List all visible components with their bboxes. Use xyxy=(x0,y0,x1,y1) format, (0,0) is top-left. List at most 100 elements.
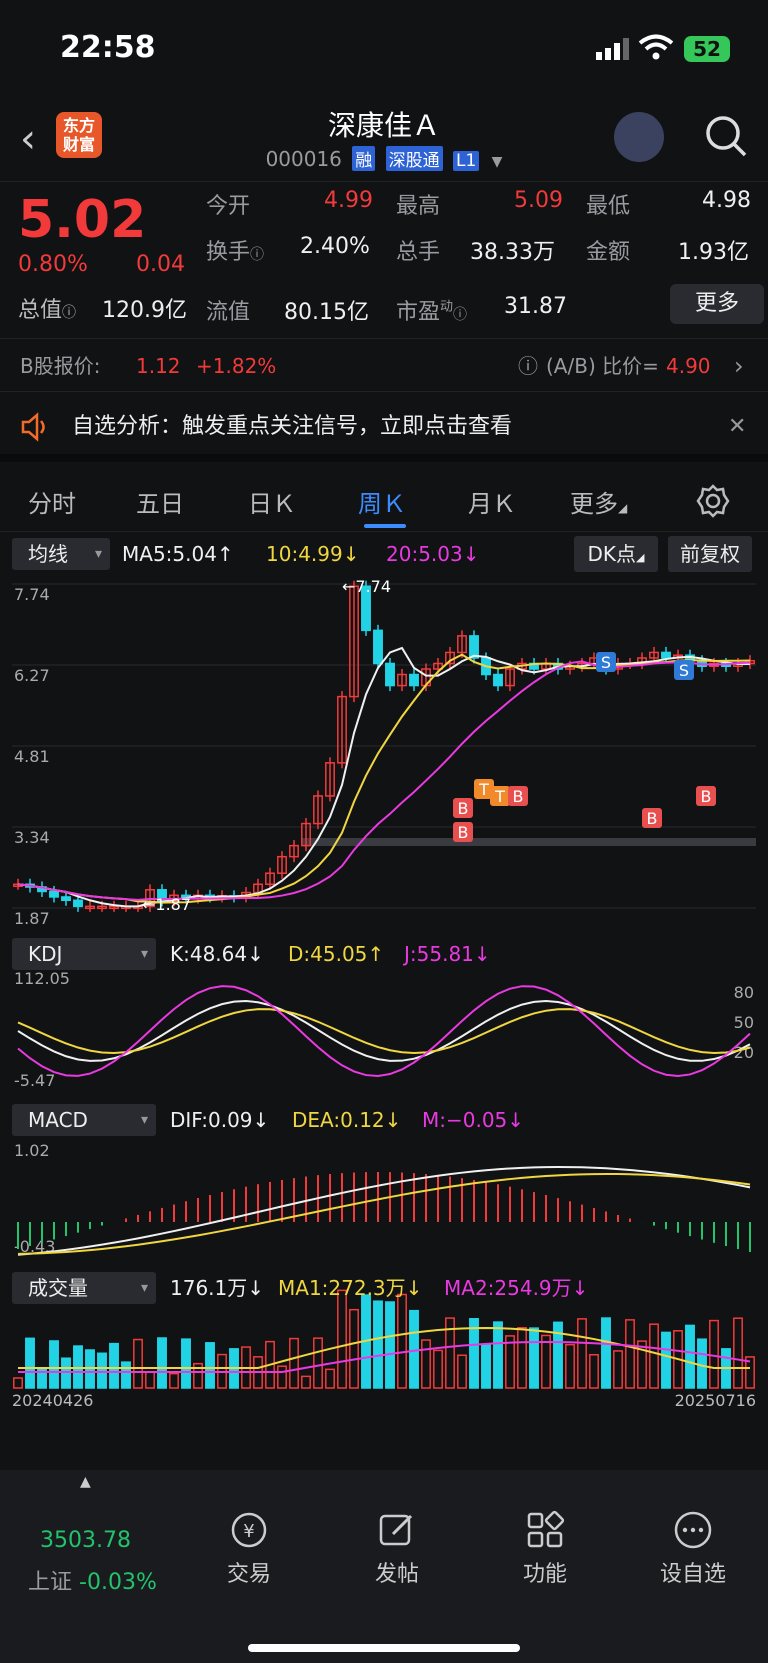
volume-bar xyxy=(133,1338,143,1389)
stock-header: ‹ 东方 财富 深康佳Ａ 000016 融 深股通 L1 ▼ xyxy=(0,98,768,182)
home-indicator xyxy=(248,1644,520,1652)
volume-bar xyxy=(37,1367,47,1389)
tab-daily[interactable]: 日Ｋ xyxy=(248,484,296,519)
date-start-label: 20240426 xyxy=(12,1391,93,1410)
volume-bar xyxy=(589,1353,599,1389)
clock: 22:58 xyxy=(60,30,156,65)
amount-value: 1.93亿 xyxy=(678,240,749,265)
candle xyxy=(661,651,671,659)
b-share-quote[interactable]: B股报价: 1.12 +1.82% ⓘ (A/B) 比价= 4.90 › xyxy=(0,338,768,392)
chart-area: 均线 MA5:5.04↑ 10:4.99↓ 20:5.03↓ DK点◢ 前复权 … xyxy=(0,534,768,1464)
candle xyxy=(493,673,503,687)
volume-bar xyxy=(277,1365,287,1389)
edit-icon xyxy=(379,1514,413,1546)
bottom-toolbar: ▲ 3503.78 上证 -0.03% ¥ 交易 发帖 功能 设自选 xyxy=(0,1470,768,1663)
indicator-select-volume[interactable]: 成交量 xyxy=(12,1272,156,1304)
volume-bar xyxy=(157,1337,167,1389)
volume-legend: 176.1万↓ xyxy=(170,1276,265,1300)
volume-bar xyxy=(577,1318,587,1389)
volume-bar xyxy=(61,1357,71,1389)
ma20-line xyxy=(17,660,751,901)
volume-bar xyxy=(373,1300,383,1389)
candle xyxy=(49,890,59,898)
price-axis-label: 4.81 xyxy=(14,747,50,766)
candle xyxy=(61,896,71,902)
functions-button[interactable]: 功能 xyxy=(490,1510,600,1588)
more-dots-icon xyxy=(674,1511,712,1549)
tab-weekly[interactable]: 周Ｋ xyxy=(358,484,406,519)
volume-bar xyxy=(625,1319,635,1389)
macd-axis-label: 1.02 xyxy=(14,1141,50,1160)
index-line[interactable]: 上证 -0.03% xyxy=(28,1564,157,1596)
help-icon[interactable]: ⓘ xyxy=(518,339,538,393)
pe-value: 31.87 xyxy=(504,294,567,319)
turnover-label: 换手ⓘ xyxy=(206,240,265,265)
volume-bar xyxy=(709,1319,719,1389)
tab-monthly[interactable]: 月Ｋ xyxy=(468,484,516,519)
indicator-select-macd[interactable]: MACD xyxy=(12,1104,156,1136)
signal-label: B xyxy=(647,809,658,828)
high-label: 最高 xyxy=(396,194,441,219)
volume-bar xyxy=(697,1338,707,1389)
tab-intraday[interactable]: 分时 xyxy=(28,484,76,519)
quote-panel: 5.02 0.80% 0.04 总值ⓘ 120.9亿 今开 4.99 最高 5.… xyxy=(0,184,768,334)
add-watchlist-button[interactable]: 设自选 xyxy=(638,1510,748,1588)
wifi-icon xyxy=(638,34,674,60)
tag-margin: 融 xyxy=(352,146,376,171)
signal-label: S xyxy=(679,661,689,680)
signal-label: T xyxy=(494,787,505,806)
macd-m-legend: M:−0.05↓ xyxy=(422,1108,525,1132)
volume-bar xyxy=(661,1331,671,1389)
info-icon: ⓘ xyxy=(250,247,265,263)
open-value: 4.99 xyxy=(324,188,373,213)
float-label: 流值 xyxy=(206,300,251,325)
volume-bar xyxy=(301,1375,311,1389)
turnover-value: 2.40% xyxy=(300,234,370,259)
volume-value: 38.33万 xyxy=(470,240,555,265)
assistant-robot-icon[interactable] xyxy=(614,112,664,162)
volume-label: 总手 xyxy=(396,240,441,265)
price-axis-label: 3.34 xyxy=(14,828,50,847)
macd-dea-line xyxy=(17,1173,751,1255)
volume-bar xyxy=(565,1343,575,1389)
more-button[interactable]: 更多 xyxy=(670,284,764,324)
volume-bar xyxy=(541,1334,551,1389)
candlestick-chart[interactable]: 7.746.274.813.341.87←7.74←1.87BBT T BBS SB1… xyxy=(12,576,756,1476)
volume-bar xyxy=(457,1354,467,1389)
close-icon[interactable]: ✕ xyxy=(728,392,746,462)
search-icon[interactable] xyxy=(704,114,748,158)
volume-bar xyxy=(421,1339,431,1389)
trade-button[interactable]: ¥ 交易 xyxy=(194,1510,304,1588)
volume-bar xyxy=(685,1324,695,1389)
chevron-down-icon: ▼ xyxy=(491,154,503,170)
tab-more[interactable]: 更多◢ xyxy=(570,484,627,519)
status-bar: 22:58 52 xyxy=(0,0,768,96)
kdj-axis-label: -5.47 xyxy=(14,1071,55,1090)
indicator-select-ma[interactable]: 均线 xyxy=(12,538,110,570)
adjust-button[interactable]: 前复权 xyxy=(668,536,752,572)
volume-bar xyxy=(121,1361,131,1389)
candle xyxy=(409,673,419,687)
ma5-line xyxy=(17,646,750,908)
mktcap-label: 总值ⓘ xyxy=(18,298,77,323)
svg-text:¥: ¥ xyxy=(243,1521,254,1542)
float-value: 80.15亿 xyxy=(284,300,369,325)
indicator-select-kdj[interactable]: KDJ xyxy=(12,938,156,970)
stock-code: 000016 xyxy=(265,147,342,171)
volume-bar xyxy=(481,1344,491,1389)
analysis-alert[interactable]: 自选分析：触发重点关注信号，立即点击查看 ✕ xyxy=(0,392,768,462)
kdj-d-legend: D:45.05↑ xyxy=(288,942,385,966)
pe-label: 市盈动ⓘ xyxy=(396,299,468,325)
high-value: 5.09 xyxy=(514,188,563,213)
date-end-label: 20250716 xyxy=(675,1391,756,1410)
settings-gear-icon[interactable] xyxy=(696,484,730,518)
volume-bar xyxy=(397,1293,407,1389)
dk-points-button[interactable]: DK点◢ xyxy=(574,536,658,572)
kdj-axis-label: 112.05 xyxy=(14,969,70,988)
ma10-legend: 10:4.99↓ xyxy=(266,542,360,566)
tab-five-day[interactable]: 五日 xyxy=(136,484,184,519)
volume-bar xyxy=(733,1317,743,1389)
post-button[interactable]: 发帖 xyxy=(342,1510,452,1588)
ma20-legend: 20:5.03↓ xyxy=(386,542,480,566)
index-value[interactable]: 3503.78 xyxy=(40,1528,131,1553)
